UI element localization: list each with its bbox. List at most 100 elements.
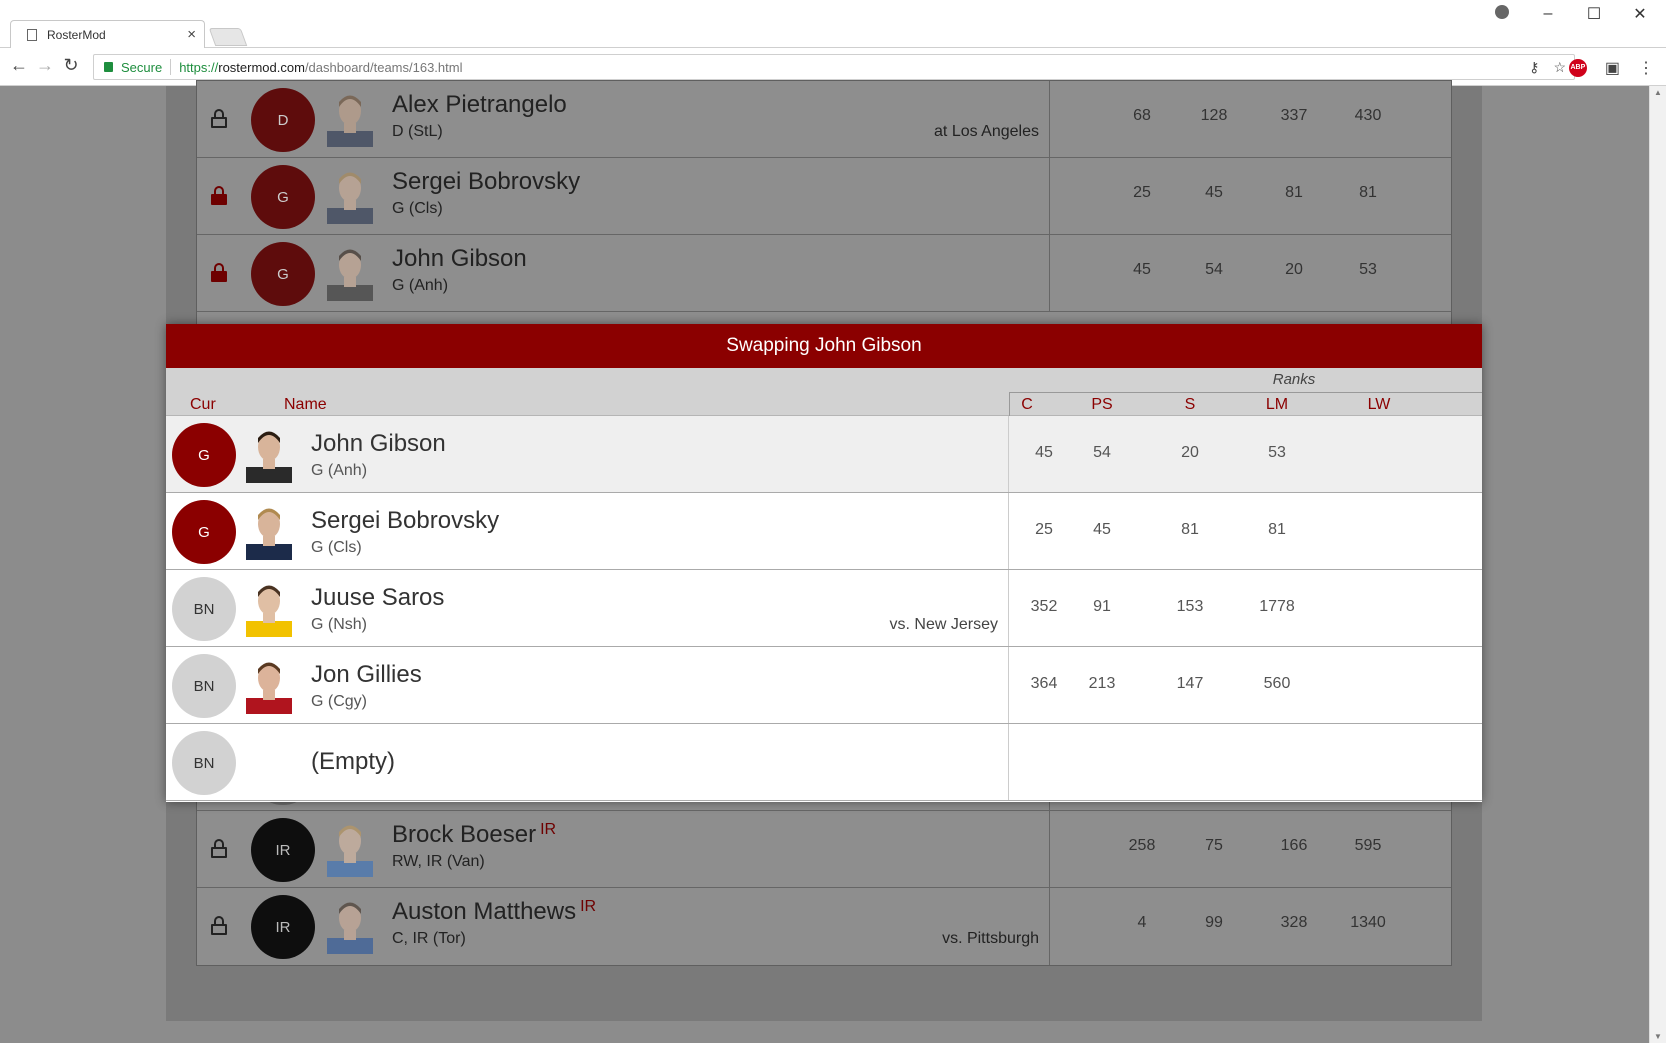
header-lm[interactable]: LM bbox=[1242, 396, 1312, 414]
locked-icon[interactable] bbox=[211, 263, 227, 282]
adblock-icon[interactable]: ABP bbox=[1568, 59, 1587, 77]
player-name[interactable]: Auston Matthews IR bbox=[392, 898, 596, 926]
roster-row-stats: 4 99 328 1340 bbox=[1050, 888, 1451, 965]
back-icon[interactable]: ← bbox=[8, 54, 30, 76]
player-name[interactable]: Alex Pietrangelo bbox=[392, 91, 567, 119]
close-window-icon[interactable]: ✕ bbox=[1630, 4, 1650, 24]
page-scrollbar[interactable]: ▲ ▼ bbox=[1649, 86, 1666, 1043]
swap-row-stats: 352 91 153 1778 bbox=[1009, 570, 1482, 646]
player-name[interactable]: Juuse Saros bbox=[311, 584, 444, 612]
rank-value: 1778 bbox=[1259, 598, 1295, 615]
secure-lock-icon bbox=[104, 62, 113, 72]
star-icon[interactable]: ☆ bbox=[1553, 59, 1566, 76]
swap-row-stats bbox=[1009, 724, 1482, 800]
current-player-row[interactable]: G John Gibson G (Anh) 45 54 20 53 bbox=[166, 416, 1482, 493]
rank-value: 68 bbox=[1133, 107, 1151, 124]
position-badge: BN bbox=[172, 577, 236, 641]
swap-option-row[interactable]: G Sergei Bobrovsky G (Cls) 25 45 81 81 bbox=[166, 493, 1482, 570]
browser-tabbar: RosterMod × – ☐ ✕ bbox=[0, 0, 1666, 48]
unlocked-icon[interactable] bbox=[211, 916, 227, 935]
ir-badge: IR bbox=[540, 821, 557, 838]
roster-row-stats: 68 128 337 430 bbox=[1050, 81, 1451, 157]
player-name[interactable]: John Gibson bbox=[311, 430, 446, 458]
player-team: C, IR (Tor) bbox=[392, 930, 466, 947]
player-photo bbox=[246, 577, 292, 637]
roster-row-player: G John Gibson G (Anh) bbox=[197, 235, 1050, 311]
position-badge[interactable]: IR bbox=[251, 818, 315, 882]
rank-value: 337 bbox=[1280, 107, 1308, 124]
rank-value: 560 bbox=[1263, 675, 1291, 692]
player-team: RW, IR (Van) bbox=[392, 853, 485, 870]
maximize-icon[interactable]: ☐ bbox=[1584, 4, 1604, 24]
url-host: rostermod.com bbox=[218, 59, 305, 75]
rank-value: 20 bbox=[1285, 261, 1303, 278]
unlocked-icon[interactable] bbox=[211, 109, 227, 128]
rank-value: 430 bbox=[1354, 107, 1382, 124]
header-c[interactable]: C bbox=[992, 396, 1062, 414]
menu-icon[interactable]: ⋮ bbox=[1638, 58, 1654, 78]
close-tab-icon[interactable]: × bbox=[187, 26, 196, 43]
header-s[interactable]: S bbox=[1155, 396, 1225, 414]
address-bar[interactable]: Secure https:// rostermod.com /dashboard… bbox=[93, 54, 1575, 80]
header-lw[interactable]: LW bbox=[1344, 396, 1414, 414]
header-ps[interactable]: PS bbox=[1067, 396, 1137, 414]
rank-value: 45 bbox=[1093, 521, 1111, 538]
rank-value: 91 bbox=[1093, 598, 1111, 615]
cast-icon[interactable]: ▣ bbox=[1605, 58, 1620, 78]
player-name[interactable]: (Empty) bbox=[311, 748, 395, 776]
rank-value: 595 bbox=[1354, 837, 1382, 854]
scroll-up-icon[interactable]: ▲ bbox=[1654, 88, 1662, 97]
key-icon[interactable]: ⚷ bbox=[1529, 59, 1539, 76]
roster-table-top: D Alex Pietrangelo D (StL) at Los Angeles 68… bbox=[196, 80, 1452, 327]
scroll-down-icon[interactable]: ▼ bbox=[1654, 1032, 1662, 1041]
swap-option-row[interactable]: BN Jon Gillies G (Cgy) 364 213 147 560 bbox=[166, 647, 1482, 724]
forward-icon[interactable]: → bbox=[34, 54, 56, 76]
header-cur[interactable]: Cur bbox=[190, 396, 216, 414]
rank-value: 81 bbox=[1359, 184, 1377, 201]
rank-value: 81 bbox=[1181, 521, 1199, 538]
opponent-label: at Los Angeles bbox=[934, 123, 1039, 140]
player-photo bbox=[246, 654, 292, 714]
roster-row-stats: 258 75 166 595 bbox=[1050, 811, 1451, 887]
position-badge[interactable]: D bbox=[251, 88, 315, 152]
rank-value: 53 bbox=[1268, 444, 1286, 461]
browser-tab[interactable]: RosterMod × bbox=[10, 20, 205, 48]
player-name[interactable]: Brock Boeser IR bbox=[392, 821, 556, 849]
player-photo bbox=[246, 423, 292, 483]
minimize-icon[interactable]: – bbox=[1538, 5, 1558, 23]
unlocked-icon[interactable] bbox=[211, 839, 227, 858]
opponent-label: vs. New Jersey bbox=[889, 616, 998, 633]
player-name[interactable]: Jon Gillies bbox=[311, 661, 422, 689]
rank-value: 81 bbox=[1268, 521, 1286, 538]
rank-value: 45 bbox=[1133, 261, 1151, 278]
locked-icon[interactable] bbox=[211, 186, 227, 205]
position-badge: G bbox=[172, 423, 236, 487]
rank-value: 81 bbox=[1285, 184, 1303, 201]
rank-value: 99 bbox=[1205, 914, 1223, 931]
roster-row-stats: 45 54 20 53 bbox=[1050, 235, 1451, 311]
roster-row-player: IR Auston Matthews IR C, IR (Tor) vs. Pittsb… bbox=[197, 888, 1050, 965]
player-team: D (StL) bbox=[392, 123, 443, 140]
player-name[interactable]: Sergei Bobrovsky bbox=[392, 168, 580, 196]
account-icon[interactable] bbox=[1492, 4, 1512, 24]
swap-option-row[interactable]: BN Juuse Saros G (Nsh) vs. New Jersey 352 91 1… bbox=[166, 570, 1482, 647]
rank-value: 258 bbox=[1128, 837, 1156, 854]
player-team: G (Cls) bbox=[311, 539, 362, 556]
player-name[interactable]: John Gibson bbox=[392, 245, 527, 273]
rank-value: 128 bbox=[1200, 107, 1228, 124]
position-badge[interactable]: G bbox=[251, 165, 315, 229]
player-name[interactable]: Sergei Bobrovsky bbox=[311, 507, 499, 535]
new-tab-button[interactable] bbox=[208, 28, 248, 46]
position-badge: BN bbox=[172, 731, 236, 795]
position-badge[interactable]: G bbox=[251, 242, 315, 306]
player-team: G (Cgy) bbox=[311, 693, 367, 710]
roster-row-player: D Alex Pietrangelo D (StL) at Los Angeles bbox=[197, 81, 1050, 157]
roster-row-player: G Sergei Bobrovsky G (Cls) bbox=[197, 158, 1050, 234]
rank-value: 1340 bbox=[1350, 914, 1386, 931]
position-badge[interactable]: IR bbox=[251, 895, 315, 959]
roster-row: IR Brock Boeser IR RW, IR (Van) 258 75 166 595 bbox=[197, 811, 1451, 888]
swap-option-row[interactable]: BN (Empty) bbox=[166, 724, 1482, 801]
reload-icon[interactable]: ↻ bbox=[60, 54, 82, 76]
rank-value: 328 bbox=[1280, 914, 1308, 931]
header-name[interactable]: Name bbox=[284, 396, 327, 414]
